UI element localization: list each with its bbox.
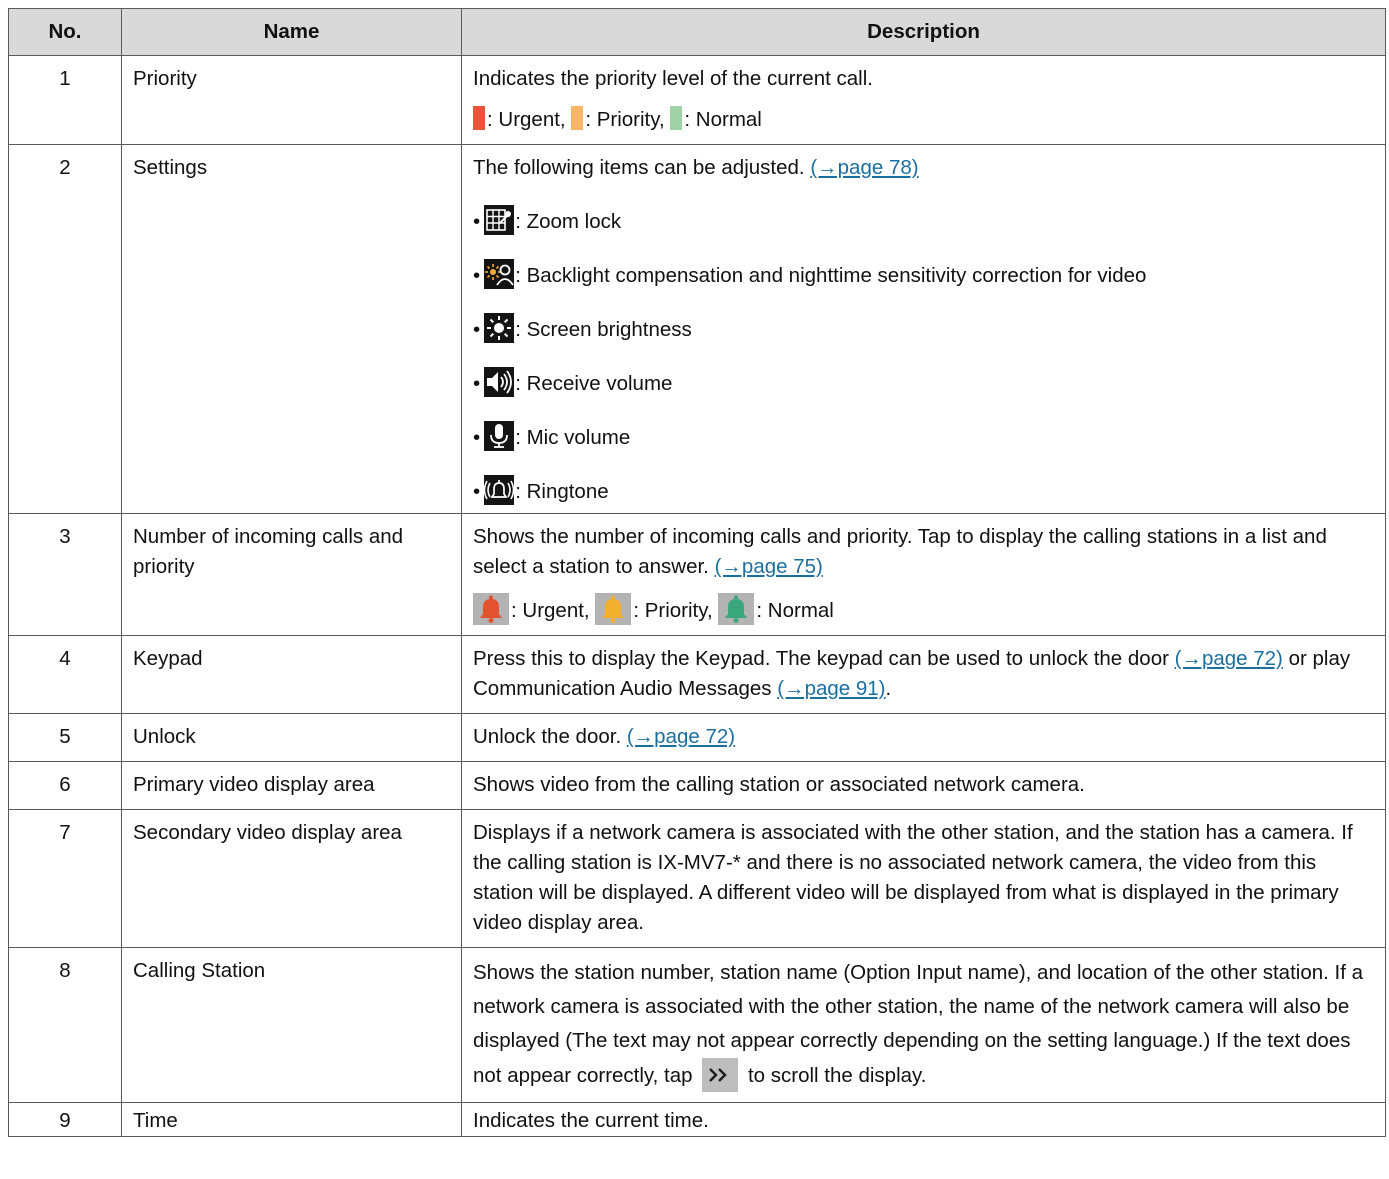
scroll-text-icon	[702, 1058, 739, 1092]
page-reference-link[interactable]: (→page 75)	[715, 555, 823, 578]
description-text: Unlock the door.	[473, 725, 622, 748]
table-header-row: No. Name Description	[8, 8, 1386, 56]
settings-item: • : Mic volume	[473, 421, 1373, 453]
row-number: 5	[8, 713, 122, 762]
row-number: 9	[8, 1102, 122, 1137]
normal-bell-icon	[718, 593, 755, 625]
description-text: .	[885, 677, 892, 700]
row-name: Calling Station	[121, 947, 462, 1103]
bullet: •	[473, 210, 481, 233]
bullet: •	[473, 318, 481, 341]
row-number: 8	[8, 947, 122, 1103]
row-number: 4	[8, 635, 122, 714]
row-name: Unlock	[121, 713, 462, 762]
zoom-lock-icon	[484, 205, 515, 235]
table-row: 4 Keypad Press this to display the Keypa…	[8, 635, 1386, 714]
row-name: Time	[121, 1102, 462, 1137]
table-row: 3 Number of incoming calls and priority …	[8, 513, 1386, 636]
bullet: •	[473, 426, 481, 449]
settings-item-label: : Screen brightness	[515, 318, 692, 341]
row-name: Secondary video display area	[121, 809, 462, 948]
legend-label: : Urgent,	[511, 599, 590, 622]
row-description: Shows video from the calling station or …	[461, 761, 1386, 810]
bullet: •	[473, 372, 481, 395]
row-number: 2	[8, 144, 122, 514]
settings-item: • : Ringtone	[473, 475, 1373, 507]
table-row: 8 Calling Station Shows the station numb…	[8, 947, 1386, 1103]
legend-label: : Urgent,	[487, 108, 566, 131]
legend-label: : Normal	[684, 108, 762, 131]
row-description: The following items can be adjusted. (→p…	[461, 144, 1386, 514]
row-name: Keypad	[121, 635, 462, 714]
row-description: Shows the number of incoming calls and p…	[461, 513, 1386, 636]
row-name: Settings	[121, 144, 462, 514]
settings-item: • : Backlight compensation and nighttime …	[473, 259, 1373, 291]
settings-item-label: : Receive volume	[515, 372, 673, 395]
backlight-icon	[484, 259, 515, 289]
row-number: 7	[8, 809, 122, 948]
description-text: to scroll the display.	[747, 1064, 927, 1087]
row-description: Unlock the door. (→page 72)	[461, 713, 1386, 762]
row-description: Press this to display the Keypad. The ke…	[461, 635, 1386, 714]
settings-item-label: : Ringtone	[515, 480, 609, 503]
priority-color-swatch	[571, 106, 584, 130]
mic-icon	[484, 421, 515, 451]
description-text: Indicates the priority level of the curr…	[473, 67, 873, 90]
settings-item-label: : Mic volume	[515, 426, 631, 449]
legend-label: : Priority,	[585, 108, 665, 131]
brightness-icon	[484, 313, 515, 343]
description-text: Shows the number of incoming calls and p…	[473, 525, 1327, 578]
page-reference-link[interactable]: (→page 72)	[627, 725, 735, 748]
settings-item: • : Receive volume	[473, 367, 1373, 399]
row-description: Shows the station number, station name (…	[461, 947, 1386, 1103]
row-description: Displays if a network camera is associat…	[461, 809, 1386, 948]
settings-item: • : Screen brightness	[473, 313, 1373, 345]
settings-item-label: : Zoom lock	[515, 210, 622, 233]
urgent-color-swatch	[473, 106, 485, 130]
row-number: 3	[8, 513, 122, 636]
row-description: Indicates the priority level of the curr…	[461, 55, 1386, 145]
speaker-icon	[484, 367, 515, 397]
header-no: No.	[8, 8, 122, 56]
row-name: Priority	[121, 55, 462, 145]
page-reference-link[interactable]: (→page 72)	[1175, 647, 1283, 670]
ringtone-icon	[484, 475, 515, 505]
legend-label: : Normal	[756, 599, 834, 622]
row-number: 6	[8, 761, 122, 810]
page-reference-link[interactable]: (→page 78)	[810, 156, 918, 179]
bullet: •	[473, 480, 481, 503]
row-description: Indicates the current time.	[461, 1102, 1386, 1137]
row-name: Primary video display area	[121, 761, 462, 810]
normal-color-swatch	[670, 106, 683, 130]
priority-bell-icon	[595, 593, 632, 625]
page-reference-link[interactable]: (→page 91)	[777, 677, 885, 700]
table-row: 9 Time Indicates the current time.	[8, 1102, 1386, 1137]
priority-legend: : Urgent, : Priority, : Normal	[473, 105, 1373, 135]
settings-item: • : Zoom lock	[473, 205, 1373, 237]
row-number: 1	[8, 55, 122, 145]
row-name: Number of incoming calls and priority	[121, 513, 462, 636]
table-row: 2 Settings The following items can be ad…	[8, 144, 1386, 514]
description-text: The following items can be adjusted.	[473, 156, 805, 179]
table-row: 7 Secondary video display area Displays …	[8, 809, 1386, 948]
bullet: •	[473, 264, 481, 287]
header-description: Description	[461, 8, 1386, 56]
legend-label: : Priority,	[633, 599, 713, 622]
header-name: Name	[121, 8, 462, 56]
screen-parts-table: No. Name Description 1 Priority Indicate…	[8, 8, 1386, 1137]
description-text: Press this to display the Keypad. The ke…	[473, 647, 1169, 670]
table-row: 1 Priority Indicates the priority level …	[8, 55, 1386, 145]
incoming-call-legend: : Urgent, : Priority, : Normal	[473, 593, 1373, 626]
urgent-bell-icon	[473, 593, 509, 625]
settings-item-label: : Backlight compensation and nighttime s…	[515, 264, 1147, 287]
table-row: 6 Primary video display area Shows video…	[8, 761, 1386, 810]
table-row: 5 Unlock Unlock the door. (→page 72)	[8, 713, 1386, 762]
